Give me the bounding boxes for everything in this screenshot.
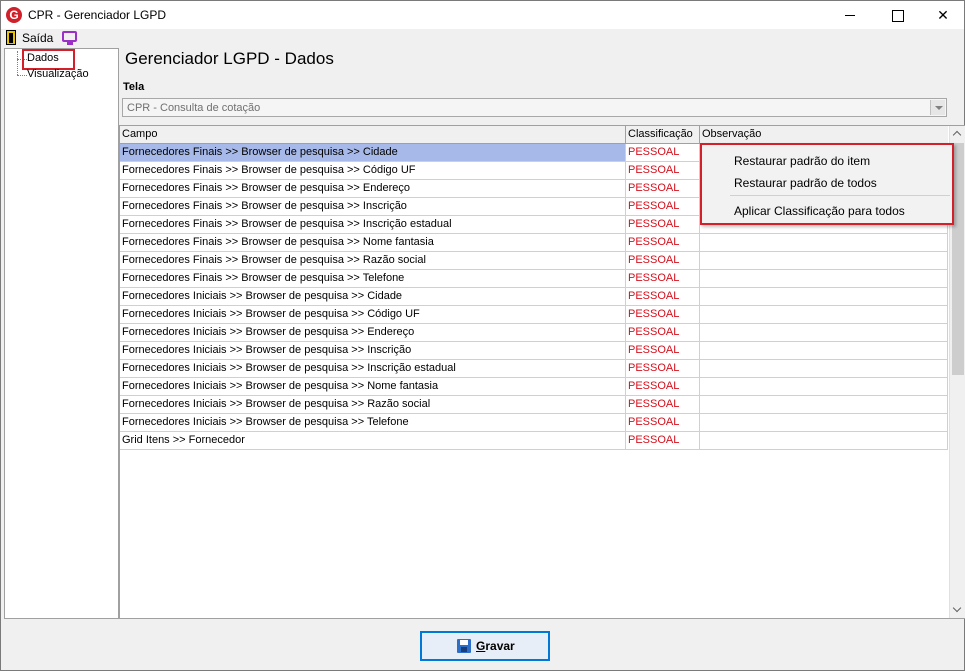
table-row[interactable]: Fornecedores Iniciais >> Browser de pesq… xyxy=(120,360,948,378)
cell-campo[interactable]: Fornecedores Finais >> Browser de pesqui… xyxy=(120,144,626,161)
menu-item-restaurar-item[interactable]: Restaurar padrão do item xyxy=(734,154,870,168)
tela-select[interactable]: CPR - Consulta de cotação xyxy=(122,98,947,117)
cell-classificacao[interactable]: PESSOAL xyxy=(626,396,700,413)
table-row[interactable]: Fornecedores Iniciais >> Browser de pesq… xyxy=(120,342,948,360)
cell-campo[interactable]: Fornecedores Finais >> Browser de pesqui… xyxy=(120,270,626,287)
floppy-save-icon xyxy=(457,639,471,653)
cell-classificacao[interactable]: PESSOAL xyxy=(626,162,700,179)
tela-select-value: CPR - Consulta de cotação xyxy=(127,102,261,114)
menu-item-exit[interactable]: Saída xyxy=(22,31,53,45)
cell-classificacao[interactable]: PESSOAL xyxy=(626,144,700,161)
cell-observacao[interactable] xyxy=(700,342,948,359)
cell-classificacao[interactable]: PESSOAL xyxy=(626,234,700,251)
app-logo-icon: G xyxy=(6,7,22,23)
cell-campo[interactable]: Fornecedores Iniciais >> Browser de pesq… xyxy=(120,288,626,305)
cell-classificacao[interactable]: PESSOAL xyxy=(626,180,700,197)
cell-classificacao[interactable]: PESSOAL xyxy=(626,414,700,431)
cell-classificacao[interactable]: PESSOAL xyxy=(626,342,700,359)
cell-classificacao[interactable]: PESSOAL xyxy=(626,252,700,269)
table-row[interactable]: Fornecedores Iniciais >> Browser de pesq… xyxy=(120,288,948,306)
menu-bar: Saída xyxy=(1,29,964,47)
table-row[interactable]: Fornecedores Finais >> Browser de pesqui… xyxy=(120,270,948,288)
cell-campo[interactable]: Fornecedores Iniciais >> Browser de pesq… xyxy=(120,378,626,395)
monitor-icon[interactable] xyxy=(62,31,77,45)
cell-observacao[interactable] xyxy=(700,288,948,305)
context-menu: Restaurar padrão do item Restaurar padrã… xyxy=(700,143,954,225)
cell-campo[interactable]: Fornecedores Iniciais >> Browser de pesq… xyxy=(120,396,626,413)
page-title: Gerenciador LGPD - Dados xyxy=(125,49,334,68)
cell-classificacao[interactable]: PESSOAL xyxy=(626,360,700,377)
title-bar: G CPR - Gerenciador LGPD ✕ xyxy=(1,1,964,29)
cell-observacao[interactable] xyxy=(700,360,948,377)
cell-campo[interactable]: Fornecedores Finais >> Browser de pesqui… xyxy=(120,252,626,269)
window-title: CPR - Gerenciador LGPD xyxy=(28,8,167,22)
cell-observacao[interactable] xyxy=(700,324,948,341)
scroll-down-icon[interactable] xyxy=(950,602,965,618)
cell-campo[interactable]: Fornecedores Iniciais >> Browser de pesq… xyxy=(120,342,626,359)
cell-classificacao[interactable]: PESSOAL xyxy=(626,378,700,395)
tree-connector xyxy=(17,51,18,75)
navigation-tree: Dados Visualização xyxy=(4,48,119,619)
table-row[interactable]: Fornecedores Iniciais >> Browser de pesq… xyxy=(120,396,948,414)
tela-label: Tela xyxy=(123,81,145,93)
tree-item-dados[interactable]: Dados xyxy=(27,52,59,64)
table-row[interactable]: Fornecedores Iniciais >> Browser de pesq… xyxy=(120,306,948,324)
minimize-button[interactable] xyxy=(827,1,873,29)
cell-observacao[interactable] xyxy=(700,414,948,431)
column-header-campo[interactable]: Campo xyxy=(120,126,626,144)
cell-classificacao[interactable]: PESSOAL xyxy=(626,216,700,233)
cell-classificacao[interactable]: PESSOAL xyxy=(626,432,700,449)
table-row[interactable]: Grid Itens >> Fornecedor PESSOAL xyxy=(120,432,948,450)
table-row[interactable]: Fornecedores Iniciais >> Browser de pesq… xyxy=(120,324,948,342)
close-button[interactable]: ✕ xyxy=(920,1,965,29)
cell-observacao[interactable] xyxy=(700,306,948,323)
cell-campo[interactable]: Fornecedores Finais >> Browser de pesqui… xyxy=(120,198,626,215)
menu-item-restaurar-todos[interactable]: Restaurar padrão de todos xyxy=(734,176,877,190)
chevron-down-icon[interactable] xyxy=(930,100,945,115)
cell-classificacao[interactable]: PESSOAL xyxy=(626,270,700,287)
save-button[interactable]: Gravar xyxy=(420,631,550,661)
cell-observacao[interactable] xyxy=(700,270,948,287)
table-row[interactable]: Fornecedores Finais >> Browser de pesqui… xyxy=(120,252,948,270)
cell-classificacao[interactable]: PESSOAL xyxy=(626,324,700,341)
cell-campo[interactable]: Fornecedores Iniciais >> Browser de pesq… xyxy=(120,414,626,431)
app-window: G CPR - Gerenciador LGPD ✕ Saída Dados V… xyxy=(0,0,965,671)
tree-connector xyxy=(17,75,27,76)
cell-observacao[interactable] xyxy=(700,378,948,395)
maximize-button[interactable] xyxy=(874,1,920,29)
cell-observacao[interactable] xyxy=(700,432,948,449)
cell-campo[interactable]: Fornecedores Iniciais >> Browser de pesq… xyxy=(120,360,626,377)
cell-classificacao[interactable]: PESSOAL xyxy=(626,288,700,305)
cell-classificacao[interactable]: PESSOAL xyxy=(626,198,700,215)
cell-campo[interactable]: Fornecedores Iniciais >> Browser de pesq… xyxy=(120,324,626,341)
menu-item-aplicar-classificacao[interactable]: Aplicar Classificação para todos xyxy=(734,204,905,218)
cell-campo[interactable]: Fornecedores Iniciais >> Browser de pesq… xyxy=(120,306,626,323)
scroll-up-icon[interactable] xyxy=(950,126,965,142)
cell-campo[interactable]: Fornecedores Finais >> Browser de pesqui… xyxy=(120,216,626,233)
save-label-mnemonic: G xyxy=(476,639,486,653)
cell-campo[interactable]: Grid Itens >> Fornecedor xyxy=(120,432,626,449)
column-header-classificacao[interactable]: Classificação xyxy=(626,126,700,144)
save-button-label: Gravar xyxy=(476,639,515,653)
exit-door-icon[interactable] xyxy=(6,30,16,45)
cell-observacao[interactable] xyxy=(700,234,948,251)
tree-item-visualizacao[interactable]: Visualização xyxy=(27,68,89,80)
table-row[interactable]: Fornecedores Iniciais >> Browser de pesq… xyxy=(120,414,948,432)
cell-classificacao[interactable]: PESSOAL xyxy=(626,306,700,323)
cell-observacao[interactable] xyxy=(700,252,948,269)
column-header-observacao[interactable]: Observação xyxy=(700,126,948,144)
table-row[interactable]: Fornecedores Finais >> Browser de pesqui… xyxy=(120,234,948,252)
menu-separator xyxy=(730,195,950,196)
cell-campo[interactable]: Fornecedores Finais >> Browser de pesqui… xyxy=(120,234,626,251)
cell-campo[interactable]: Fornecedores Finais >> Browser de pesqui… xyxy=(120,180,626,197)
cell-campo[interactable]: Fornecedores Finais >> Browser de pesqui… xyxy=(120,162,626,179)
save-label-rest: ravar xyxy=(485,639,515,653)
cell-observacao[interactable] xyxy=(700,396,948,413)
grid-header: Campo Classificação Observação xyxy=(120,126,948,144)
table-row[interactable]: Fornecedores Iniciais >> Browser de pesq… xyxy=(120,378,948,396)
